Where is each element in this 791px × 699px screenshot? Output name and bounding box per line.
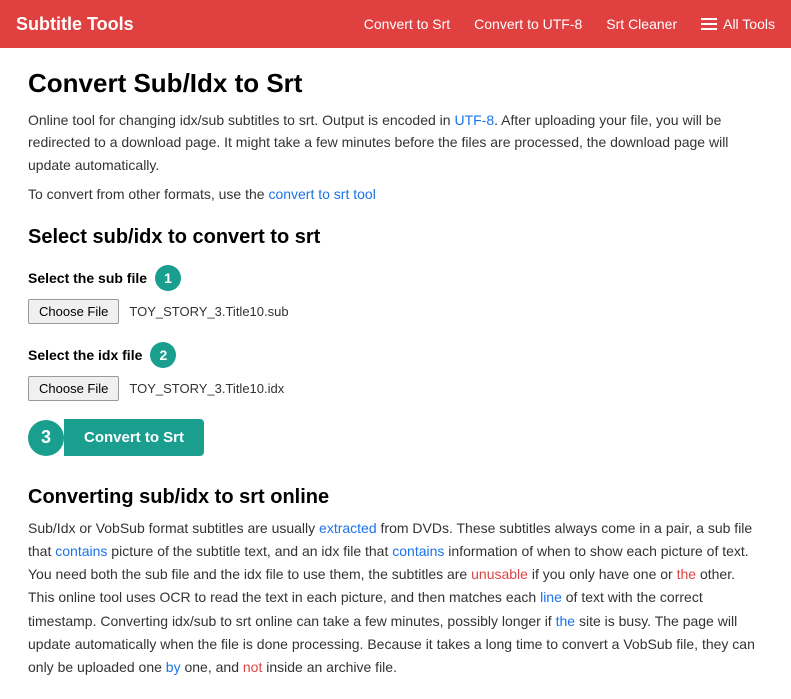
step-badge-2: 2 <box>150 342 176 368</box>
main-content: Convert Sub/Idx to Srt Online tool for c… <box>0 48 791 699</box>
hamburger-icon <box>701 18 717 30</box>
idx-label-text: Select the idx file <box>28 347 142 363</box>
intro-text-part1: Online tool for changing idx/sub subtitl… <box>28 112 454 128</box>
all-tools-label: All Tools <box>723 16 775 32</box>
idx-label-row: Select the idx file 2 <box>28 342 763 368</box>
intro-paragraph: Online tool for changing idx/sub subtitl… <box>28 109 763 176</box>
article-text: Sub/Idx or VobSub format subtitles are u… <box>28 517 763 679</box>
convert-other-paragraph: To convert from other formats, use the c… <box>28 186 763 202</box>
idx-choose-file-button[interactable]: Choose File <box>28 376 119 401</box>
article-title: Converting sub/idx to srt online <box>28 486 763 509</box>
nav-link-convert-utf8[interactable]: Convert to UTF-8 <box>474 16 582 32</box>
nav-link-srt-cleaner[interactable]: Srt Cleaner <box>606 16 677 32</box>
nav-link-convert-srt[interactable]: Convert to Srt <box>364 16 450 32</box>
page-title: Convert Sub/Idx to Srt <box>28 68 763 99</box>
convert-other-text: To convert from other formats, use the <box>28 186 268 202</box>
sub-file-row: Choose File TOY_STORY_3.Title10.sub <box>28 299 763 324</box>
main-nav: Subtitle Tools Convert to Srt Convert to… <box>0 0 791 48</box>
idx-filename: TOY_STORY_3.Title10.idx <box>129 381 284 396</box>
brand-logo: Subtitle Tools <box>16 14 134 35</box>
nav-links: Convert to Srt Convert to UTF-8 Srt Clea… <box>364 16 775 32</box>
sub-filename: TOY_STORY_3.Title10.sub <box>129 304 288 319</box>
sub-choose-file-button[interactable]: Choose File <box>28 299 119 324</box>
convert-button[interactable]: Convert to Srt <box>64 419 204 456</box>
convert-btn-row: 3 Convert to Srt <box>28 419 763 456</box>
convert-other-link[interactable]: convert to srt tool <box>268 186 375 202</box>
utf8-link[interactable]: UTF-8 <box>454 112 494 128</box>
step-badge-1: 1 <box>155 265 181 291</box>
sub-label-text: Select the sub file <box>28 270 147 286</box>
all-tools-menu[interactable]: All Tools <box>701 16 775 32</box>
sub-label-row: Select the sub file 1 <box>28 265 763 291</box>
section-title: Select sub/idx to convert to srt <box>28 226 763 249</box>
article-section: Converting sub/idx to srt online Sub/Idx… <box>28 486 763 679</box>
step-badge-3: 3 <box>28 420 64 456</box>
idx-file-row: Choose File TOY_STORY_3.Title10.idx <box>28 376 763 401</box>
